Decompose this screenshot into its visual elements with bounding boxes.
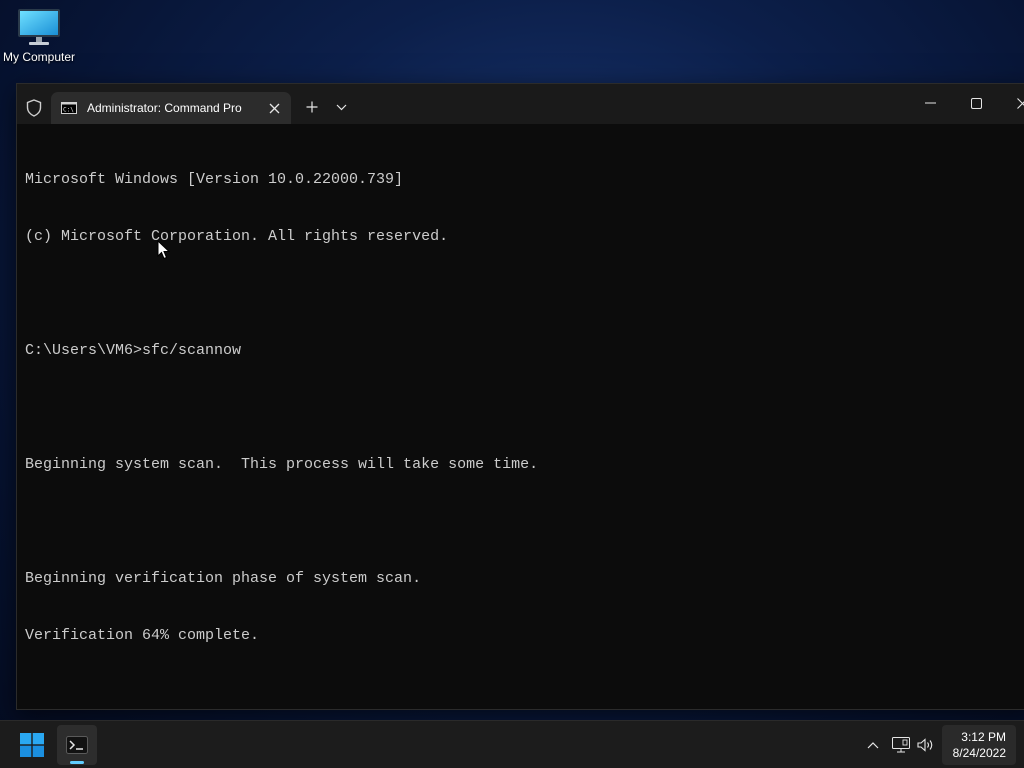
- network-icon: [892, 737, 910, 753]
- volume-button[interactable]: [915, 734, 937, 756]
- windows-start-icon: [20, 733, 44, 757]
- close-icon: [269, 103, 279, 113]
- console-line: Verification 64% complete.: [25, 627, 260, 644]
- cmd-icon: C:\: [61, 102, 77, 114]
- tab-title: Administrator: Command Pro: [87, 101, 242, 115]
- active-app-indicator: [70, 761, 84, 764]
- maximize-button[interactable]: [953, 92, 999, 114]
- close-window-button[interactable]: [999, 92, 1024, 114]
- tab-command-prompt[interactable]: C:\ Administrator: Command Pro: [51, 92, 291, 124]
- network-button[interactable]: [890, 734, 912, 756]
- volume-icon: [917, 738, 933, 752]
- minimize-icon: [924, 102, 936, 104]
- tab-dropdown-button[interactable]: [331, 96, 351, 118]
- minimize-button[interactable]: [907, 92, 953, 114]
- maximize-icon: [970, 97, 982, 109]
- new-tab-button[interactable]: [301, 96, 323, 118]
- console-line: Microsoft Windows [Version 10.0.22000.73…: [25, 171, 404, 188]
- terminal-window[interactable]: C:\ Administrator: Command Pro Microsoft…: [16, 83, 1024, 710]
- monitor-icon: [18, 9, 60, 45]
- console-line: (c) Microsoft Corporation. All rights re…: [25, 228, 449, 245]
- console-output[interactable]: Microsoft Windows [Version 10.0.22000.73…: [25, 132, 1024, 701]
- console-line: C:\Users\VM6>sfc/scannow: [25, 342, 242, 359]
- svg-text:C:\: C:\: [63, 107, 74, 114]
- title-bar[interactable]: C:\ Administrator: Command Pro: [17, 84, 1024, 124]
- clock-date: 8/24/2022: [952, 746, 1006, 760]
- clock[interactable]: 3:12 PM 8/24/2022: [942, 725, 1016, 765]
- console-line: Beginning system scan. This process will…: [25, 456, 539, 473]
- shield-icon: [25, 99, 43, 117]
- taskbar: 3:12 PM 8/24/2022: [0, 720, 1024, 768]
- desktop-icon-my-computer[interactable]: My Computer: [0, 8, 78, 64]
- plus-icon: [306, 101, 318, 113]
- close-tab-button[interactable]: [263, 97, 285, 119]
- start-button[interactable]: [12, 725, 52, 765]
- chevron-down-icon: [336, 104, 346, 110]
- mouse-pointer-icon: [157, 240, 171, 260]
- close-icon: [1016, 97, 1024, 109]
- show-hidden-icons-button[interactable]: [862, 734, 884, 756]
- desktop-icon-label: My Computer: [2, 50, 76, 64]
- clock-time: 3:12 PM: [961, 730, 1006, 744]
- console-line: Beginning verification phase of system s…: [25, 570, 422, 587]
- terminal-icon: [66, 736, 88, 754]
- taskbar-app-terminal[interactable]: [57, 725, 97, 765]
- chevron-up-icon: [867, 742, 879, 749]
